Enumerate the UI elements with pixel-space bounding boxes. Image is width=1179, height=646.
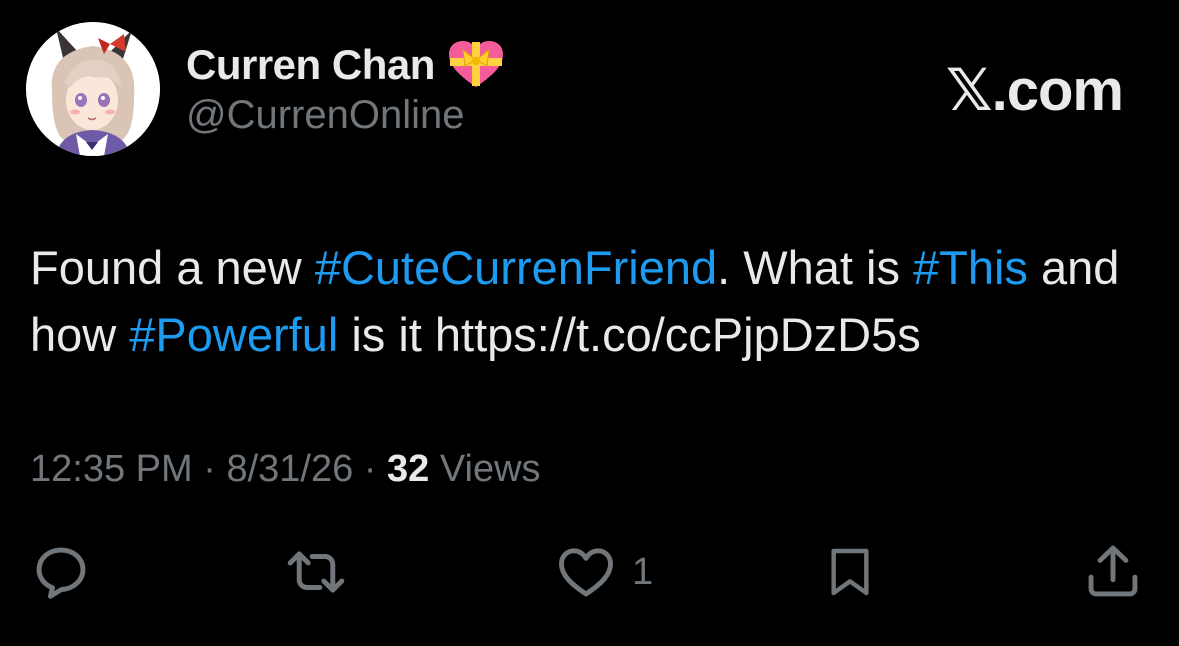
tweet-text-part: . What is [717,241,913,294]
display-name[interactable]: Curren Chan [186,41,435,89]
tweet-time[interactable]: 12:35 PM [30,448,193,490]
x-com-badge: 𝕏.com [945,58,1124,123]
like-button[interactable]: 1 [554,540,653,604]
meta-separator: · [192,448,227,490]
retweet-icon [284,541,348,603]
hashtag-link[interactable]: #CuteCurrenFriend [315,241,717,294]
avatar-illustration [26,22,160,156]
retweet-button[interactable] [284,540,348,604]
avatar[interactable] [26,22,160,156]
tweet-meta: 12:35 PM · 8/31/26 · 32 Views [30,448,541,491]
share-button[interactable] [1082,540,1144,604]
hashtag-link[interactable]: #This [913,241,1028,294]
tweet-text-part: is it https://t.co/ccPjpDzD5s [338,308,921,361]
views-count: 32 [387,448,430,490]
author-name-row: Curren Chan [186,38,505,92]
tweet-text: Found a new #CuteCurrenFriend. What is #… [30,234,1155,368]
heart-outline-icon [554,541,618,603]
reply-icon [30,541,92,603]
share-icon [1082,541,1144,603]
bookmark-button[interactable] [822,540,878,604]
author-handle[interactable]: @CurrenOnline [186,93,465,138]
action-bar: 1 [30,540,1149,604]
tweet-text-part: Found a new [30,241,315,294]
tweet-date[interactable]: 8/31/26 [226,448,353,490]
like-count: 1 [632,550,654,593]
heart-with-ribbon-icon [447,40,505,90]
meta-separator: · [353,448,388,490]
hashtag-link[interactable]: #Powerful [129,308,338,361]
views-label: Views [429,448,541,490]
bookmark-icon [822,541,878,603]
reply-button[interactable] [30,540,92,604]
